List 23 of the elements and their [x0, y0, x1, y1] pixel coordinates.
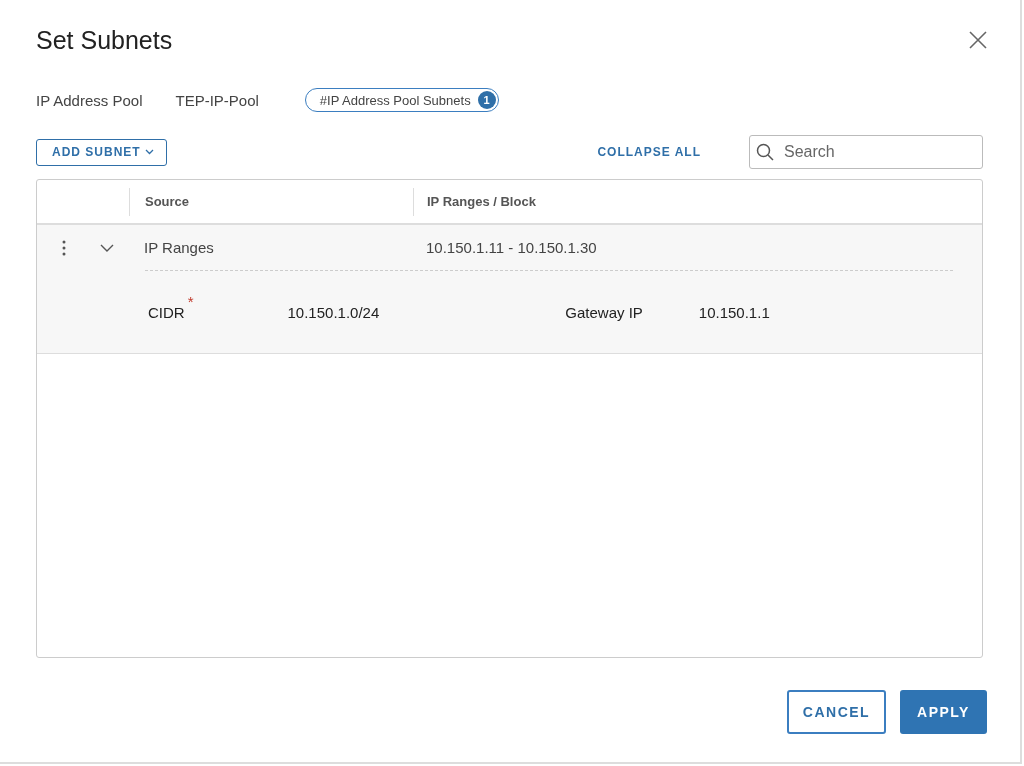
- caret-icon: [144, 149, 154, 155]
- breadcrumb-item: TEP-IP-Pool: [175, 91, 259, 109]
- search-icon: [756, 143, 774, 161]
- field-value: 10.150.1.0/24: [287, 303, 380, 321]
- count-badge: 1: [477, 91, 496, 109]
- collapse-all-button[interactable]: COLLAPSE ALL: [591, 144, 707, 160]
- required-mark: *: [187, 293, 194, 310]
- apply-button[interactable]: APPLY: [900, 690, 987, 734]
- table-cell: 10.150.1.11 - 10.150.1.30: [426, 239, 597, 256]
- breadcrumb-item: IP Address Pool: [36, 91, 143, 109]
- close-icon[interactable]: [969, 31, 987, 49]
- more-icon[interactable]: [62, 239, 66, 256]
- table-cell: IP Ranges: [144, 239, 214, 256]
- field-label: CIDR: [148, 303, 185, 321]
- field-label: Gateway IP: [565, 303, 643, 321]
- search-field[interactable]: Search: [749, 135, 983, 169]
- field-value: 10.150.1.1: [698, 303, 770, 321]
- tag-label: #IP Address Pool Subnets: [319, 92, 471, 108]
- dialog-title: Set Subnets: [36, 25, 174, 55]
- add-subnet-button[interactable]: ADD SUBNET: [36, 138, 167, 166]
- column-header: Source: [145, 194, 190, 209]
- column-header: IP Ranges / Block: [427, 194, 536, 209]
- cancel-button[interactable]: CANCEL: [787, 690, 886, 734]
